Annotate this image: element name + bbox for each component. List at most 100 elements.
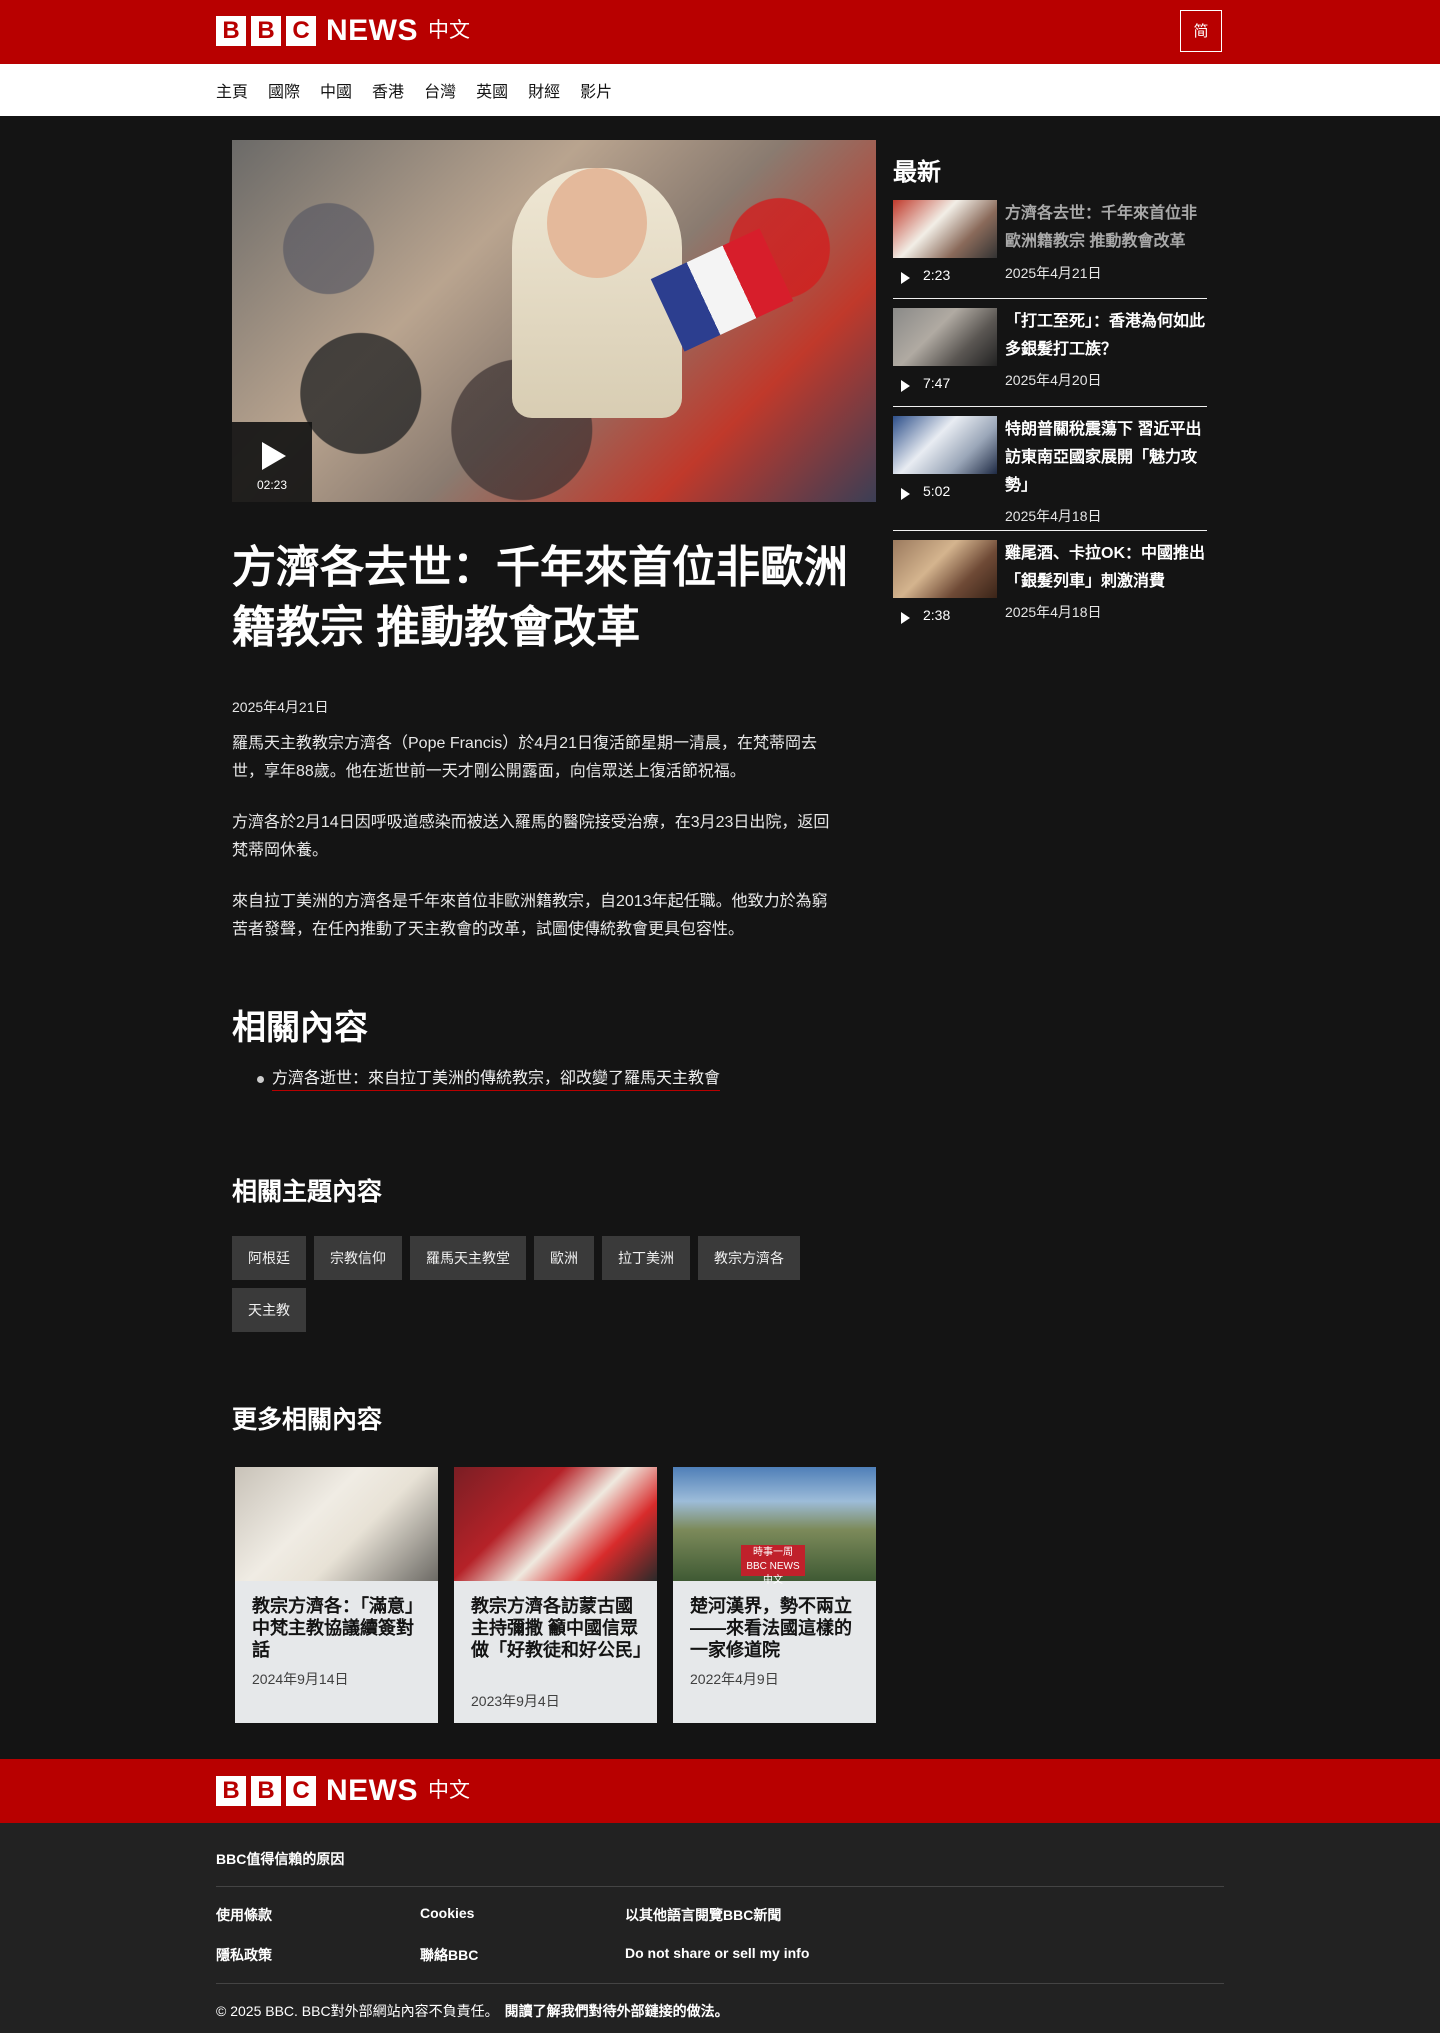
nav-item-business[interactable]: 財經 xyxy=(528,78,560,102)
topic-tag[interactable]: 天主教 xyxy=(232,1288,306,1332)
topic-tag[interactable]: 歐洲 xyxy=(534,1236,594,1280)
nav-item-home[interactable]: 主頁 xyxy=(216,78,248,102)
logo-news: NEWS xyxy=(326,14,418,47)
logo-letter: B xyxy=(216,1776,246,1806)
other-languages-link[interactable]: 以其他語言閱覽BBC新聞 xyxy=(625,1905,781,1925)
logo-language: 中文 xyxy=(428,1779,470,1802)
nav-item-hongkong[interactable]: 香港 xyxy=(372,78,404,102)
badge-subtitle: BBC NEWS 中文 xyxy=(746,1561,800,1586)
latest-date: 2025年4月20日 xyxy=(1005,372,1102,388)
video-duration: 02:23 xyxy=(256,478,288,492)
privacy-link[interactable]: 隱私政策 xyxy=(216,1945,272,1965)
bbc-blocks-logo: B B C xyxy=(216,16,316,46)
topic-tag[interactable]: 宗教信仰 xyxy=(314,1236,402,1280)
external-links-policy-link[interactable]: 閱讀了解我們對待外部鏈接的做法。 xyxy=(505,2003,729,2019)
article-headline: 方濟各去世：千年來首位非歐洲籍教宗 推動教會改革 xyxy=(232,543,848,652)
play-icon xyxy=(901,380,910,392)
latest-item[interactable]: 2:38 雞尾酒、卡拉OK：中國推出「銀髮列車」刺激消費 2025年4月18日 xyxy=(893,540,1207,630)
latest-title: 方濟各去世：千年來首位非歐洲籍教宗 推動教會改革 xyxy=(1005,205,1198,250)
terms-link[interactable]: 使用條款 xyxy=(216,1905,272,1925)
topic-tag[interactable]: 羅馬天主教堂 xyxy=(410,1236,526,1280)
play-icon xyxy=(901,272,910,284)
latest-thumbnail xyxy=(893,200,997,258)
related-content-list: 方濟各逝世：來自拉丁美洲的傳統教宗，卻改變了羅馬天主教會 xyxy=(232,1068,721,1091)
latest-item[interactable]: 5:02 特朗普關稅震蕩下 習近平出訪東南亞國家展開「魅力攻勢」 2025年4月… xyxy=(893,416,1207,532)
hero-figure-head xyxy=(547,168,647,278)
video-duration: 5:02 xyxy=(923,483,951,499)
hero-video[interactable]: 02:23 xyxy=(232,140,876,502)
latest-heading: 最新 xyxy=(893,159,941,186)
latest-date: 2025年4月18日 xyxy=(1005,604,1102,620)
story-card[interactable]: 教宗方濟各：「滿意」中梵主教協議續簽對話 2024年9月14日 xyxy=(235,1467,438,1723)
latest-item[interactable]: 7:47 「打工至死」：香港為何如此多銀髮打工族？ 2025年4月20日 xyxy=(893,308,1207,408)
copyright: © 2025 BBC. BBC對外部網站內容不負責任。 閱讀了解我們對待外部鏈接的… xyxy=(216,2001,729,2021)
latest-thumbnail xyxy=(893,540,997,598)
why-trust-bbc-link[interactable]: BBC值得信賴的原因 xyxy=(216,1849,344,1869)
divider xyxy=(893,298,1207,299)
play-icon xyxy=(901,488,910,500)
footer-divider xyxy=(216,1886,1224,1887)
latest-date: 2025年4月18日 xyxy=(1005,508,1102,524)
masthead: B B C NEWS 中文 简 xyxy=(0,0,1440,64)
related-link[interactable]: 方濟各逝世：來自拉丁美洲的傳統教宗，卻改變了羅馬天主教會 xyxy=(256,1068,721,1091)
divider xyxy=(893,406,1207,407)
logo-letter: B xyxy=(216,16,246,46)
footer-brand-bar: B B C NEWS 中文 xyxy=(0,1759,1440,1823)
more-related-heading: 更多相關內容 xyxy=(232,1406,383,1434)
programme-badge: 時事一周 BBC NEWS 中文 xyxy=(741,1545,805,1586)
logo-letter: C xyxy=(286,1776,316,1806)
card-title: 教宗方濟各：「滿意」中梵主教協議續簽對話 xyxy=(252,1596,423,1660)
logo-letter: B xyxy=(251,1776,281,1806)
card-image: 時事一周 BBC NEWS 中文 xyxy=(673,1467,876,1586)
latest-thumbnail xyxy=(893,308,997,366)
latest-thumbnail xyxy=(893,416,997,474)
footer: BBC值得信賴的原因 使用條款 Cookies 以其他語言閱覽BBC新聞 隱私政… xyxy=(0,1823,1440,2033)
card-image xyxy=(235,1467,438,1581)
copyright-text: © 2025 BBC. BBC對外部網站內容不負責任。 xyxy=(216,2003,499,2019)
nav-item-world[interactable]: 國際 xyxy=(268,78,300,102)
video-duration: 2:38 xyxy=(923,607,951,623)
nav-item-taiwan[interactable]: 台灣 xyxy=(424,78,456,102)
story-card[interactable]: 時事一周 BBC NEWS 中文 楚河漢界，勢不兩立——來看法國這樣的一家修道院… xyxy=(673,1467,876,1723)
nav-item-china[interactable]: 中國 xyxy=(320,78,352,102)
play-button[interactable]: 02:23 xyxy=(232,422,312,502)
nav-item-video[interactable]: 影片 xyxy=(580,78,612,102)
card-image xyxy=(454,1467,657,1581)
latest-item[interactable]: 2:23 方濟各去世：千年來首位非歐洲籍教宗 推動教會改革 2025年4月21日 xyxy=(893,200,1207,300)
article-date: 2025年4月21日 xyxy=(232,699,329,715)
logo-letter: B xyxy=(251,16,281,46)
latest-date: 2025年4月21日 xyxy=(1005,265,1102,281)
story-card[interactable]: 教宗方濟各訪蒙古國主持彌撒 籲中國信眾做「好教徒和好公民」 2023年9月4日 xyxy=(454,1467,657,1723)
article-paragraph: 方濟各於2月14日因呼吸道感染而被送入羅馬的醫院接受治療，在3月23日出院，返回… xyxy=(232,814,830,859)
footer-bbc-news-logo[interactable]: B B C NEWS 中文 xyxy=(216,1775,470,1807)
related-content-heading: 相關內容 xyxy=(232,1009,368,1047)
do-not-sell-link[interactable]: Do not share or sell my info xyxy=(625,1945,809,1961)
topic-tag[interactable]: 拉丁美洲 xyxy=(602,1236,690,1280)
logo-news: NEWS xyxy=(326,1774,418,1807)
logo-letter: C xyxy=(286,16,316,46)
bbc-news-logo[interactable]: B B C NEWS 中文 xyxy=(216,15,470,47)
logo-language: 中文 xyxy=(428,19,470,42)
latest-title: 「打工至死」：香港為何如此多銀髮打工族？ xyxy=(1005,313,1206,358)
topic-tag[interactable]: 教宗方濟各 xyxy=(698,1236,800,1280)
video-duration: 7:47 xyxy=(923,375,951,391)
contact-link[interactable]: 聯絡BBC xyxy=(420,1945,478,1965)
simplified-script-toggle[interactable]: 简 xyxy=(1180,10,1222,52)
bbc-blocks-logo: B B C xyxy=(216,1776,316,1806)
main-nav: 主頁 國際 中國 香港 台灣 英國 財經 影片 xyxy=(0,64,1440,116)
cookies-link[interactable]: Cookies xyxy=(420,1905,474,1921)
footer-divider xyxy=(216,1983,1224,1984)
play-icon xyxy=(901,612,910,624)
topic-tags: 阿根廷 宗教信仰 羅馬天主教堂 歐洲 拉丁美洲 教宗方濟各 天主教 xyxy=(232,1236,852,1332)
divider xyxy=(893,530,1207,531)
more-related-cards: 教宗方濟各：「滿意」中梵主教協議續簽對話 2024年9月14日 教宗方濟各訪蒙古… xyxy=(235,1467,876,1723)
badge-title: 時事一周 xyxy=(753,1547,793,1558)
card-date: 2022年4月9日 xyxy=(690,1671,779,1687)
video-duration: 2:23 xyxy=(923,267,951,283)
latest-title: 特朗普關稅震蕩下 習近平出訪東南亞國家展開「魅力攻勢」 xyxy=(1005,421,1202,494)
nav-item-uk[interactable]: 英國 xyxy=(476,78,508,102)
article-paragraph: 來自拉丁美洲的方濟各是千年來首位非歐洲籍教宗，自2013年起任職。他致力於為窮苦… xyxy=(232,893,828,938)
related-topics-heading: 相關主題內容 xyxy=(232,1178,383,1206)
topic-tag[interactable]: 阿根廷 xyxy=(232,1236,306,1280)
card-title: 教宗方濟各訪蒙古國主持彌撒 籲中國信眾做「好教徒和好公民」 xyxy=(471,1596,651,1660)
